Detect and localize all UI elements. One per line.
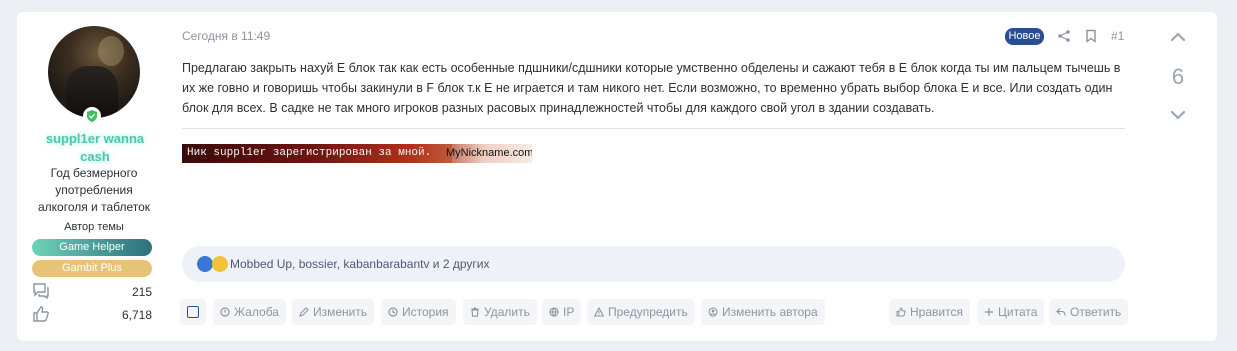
edit-button[interactable]: Изменить xyxy=(292,299,375,325)
banner-game-helper: Game Helper xyxy=(32,239,152,256)
edit-icon xyxy=(299,307,309,317)
thread-author-label: Автор темы xyxy=(64,221,124,233)
user-circle-icon xyxy=(708,307,718,317)
change-author-button[interactable]: Изменить автора xyxy=(701,299,825,325)
vote-down-icon[interactable] xyxy=(1167,106,1189,124)
verified-shield-icon xyxy=(83,107,101,125)
share-icon[interactable] xyxy=(1057,29,1071,43)
history-button[interactable]: История xyxy=(381,299,456,325)
reply-icon xyxy=(1056,308,1066,316)
reactions-bar[interactable]: Mobbed Up, bossier, kabanbarabantv и 2 д… xyxy=(182,246,1125,282)
quote-button[interactable]: Цитата xyxy=(977,299,1045,325)
report-icon xyxy=(220,307,230,317)
vote-up-icon[interactable] xyxy=(1167,28,1189,46)
warn-button[interactable]: Предупредить xyxy=(587,299,695,325)
signature-divider xyxy=(182,128,1125,129)
ip-button[interactable]: IP xyxy=(542,299,582,325)
reply-button[interactable]: Ответить xyxy=(1049,299,1129,325)
username[interactable]: suppl1er wanna cash xyxy=(35,130,155,166)
vote-score: 6 xyxy=(1171,64,1185,89)
new-badge: Новое xyxy=(1005,28,1044,45)
report-button[interactable]: Жалоба xyxy=(213,299,286,325)
signature-userbar: Ник suppl1er зарегистрирован за мной. My… xyxy=(182,144,532,163)
delete-button[interactable]: Удалить xyxy=(463,299,537,325)
banner-gambit-plus: Gambit Plus xyxy=(32,260,152,277)
messages-count: 215 xyxy=(131,285,152,299)
post-body: Предлагаю закрыть нахуй E блок так как е… xyxy=(182,61,1121,115)
userbar-text: Ник suppl1er зарегистрирован за мной. xyxy=(187,147,432,159)
like-reaction-icon xyxy=(197,256,213,272)
post-card: suppl1er wanna cash Год безмерного употр… xyxy=(17,12,1217,341)
globe-icon xyxy=(549,307,559,317)
history-icon xyxy=(388,307,398,317)
likes-count: 6,718 xyxy=(121,308,152,322)
post-date[interactable]: Сегодня в 11:49 xyxy=(182,29,270,43)
post-number[interactable]: #1 xyxy=(1111,29,1124,43)
plus-icon xyxy=(985,308,993,316)
userbar-site: MyNickname.com xyxy=(446,147,532,159)
laugh-reaction-icon xyxy=(212,256,228,272)
user-title: Год безмерного употребления алкоголя и т… xyxy=(37,166,151,214)
avatar[interactable] xyxy=(48,26,140,118)
thumbs-up-icon xyxy=(33,306,49,322)
messages-stat: 215 xyxy=(32,282,152,300)
select-post-checkbox[interactable] xyxy=(180,299,206,325)
warning-icon xyxy=(594,307,604,317)
thumbs-up-icon xyxy=(896,307,906,317)
likes-stat: 6,718 xyxy=(32,305,152,323)
bookmark-icon[interactable] xyxy=(1084,29,1098,43)
reactions-list[interactable]: Mobbed Up, bossier, kabanbarabantv и 2 д… xyxy=(230,257,489,271)
messages-icon xyxy=(33,283,49,300)
like-button[interactable]: Нравится xyxy=(889,299,970,325)
trash-icon xyxy=(471,307,479,317)
